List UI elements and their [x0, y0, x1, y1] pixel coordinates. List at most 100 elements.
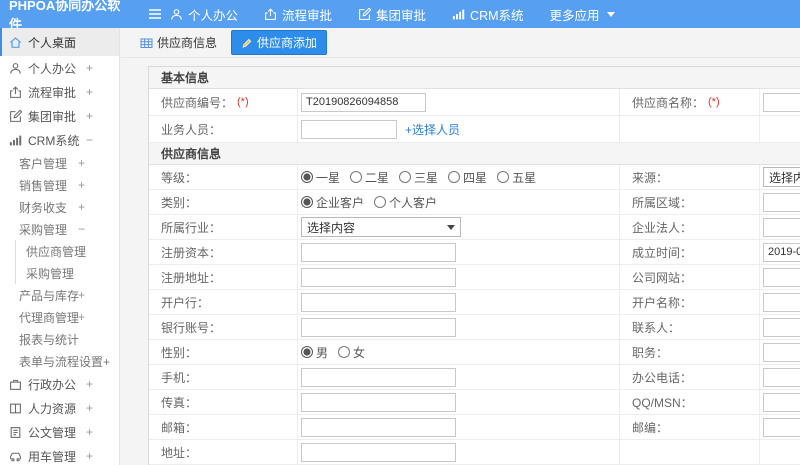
- industry-select[interactable]: 选择内容: [301, 217, 461, 237]
- expand-icon[interactable]: +: [78, 178, 85, 192]
- nav-group-approval[interactable]: 集团审批: [358, 5, 426, 24]
- section-title-supplier-info: 供应商信息: [149, 143, 800, 165]
- form-row: 传真： QQ/MSN：: [149, 390, 800, 415]
- form-row: 注册资本： 成立时间：: [149, 240, 800, 265]
- field-label-level: 等级：: [149, 165, 298, 190]
- qq-msn-input[interactable]: [763, 392, 800, 412]
- radio-level-3[interactable]: [399, 171, 412, 183]
- form-row: 开户行： 开户名称：: [149, 290, 800, 315]
- field-label-position: 职务：: [620, 340, 760, 365]
- form-row: 供应商编号：(*) 供应商名称：(*): [149, 89, 800, 116]
- nav-crm[interactable]: CRM系统: [452, 5, 524, 24]
- office-phone-input[interactable]: [763, 367, 800, 387]
- region-input[interactable]: [763, 192, 800, 212]
- nav-personal-office[interactable]: 个人办公: [170, 5, 238, 24]
- field-label-supplier-name: 供应商名称： (*): [620, 89, 760, 116]
- legal-person-input[interactable]: [763, 217, 800, 237]
- expand-icon[interactable]: +: [86, 377, 93, 391]
- field-label-source: 来源：: [620, 165, 760, 190]
- gender-radio-group: 男 女: [301, 344, 365, 361]
- sidebar-item-reports[interactable]: 报表与统计: [0, 328, 119, 350]
- collapse-icon[interactable]: −: [78, 222, 85, 236]
- bank-account-input[interactable]: [301, 317, 456, 337]
- field-label-bank-account: 银行账号：: [149, 315, 298, 340]
- website-input[interactable]: [763, 267, 800, 287]
- field-label-legal-person: 企业法人：: [620, 215, 760, 240]
- sidebar-item-product-inventory[interactable]: 产品与库存 +: [0, 284, 119, 306]
- address-input[interactable]: [301, 442, 456, 462]
- radio-personal-customer[interactable]: [374, 196, 387, 208]
- expand-icon[interactable]: +: [86, 85, 93, 99]
- radio-level-5[interactable]: [497, 171, 510, 183]
- form-row: 地址：: [149, 440, 800, 465]
- nav-more-apps[interactable]: 更多应用: [550, 5, 615, 24]
- field-label-category: 类别：: [149, 190, 298, 215]
- radio-level-1[interactable]: [301, 171, 313, 183]
- expand-icon[interactable]: +: [86, 425, 93, 439]
- collapse-icon[interactable]: −: [86, 133, 93, 147]
- expand-icon[interactable]: +: [86, 61, 93, 75]
- export-icon: [264, 7, 277, 21]
- form-row: 所属行业： 选择内容 企业法人：: [149, 215, 800, 240]
- sidebar-item-personal-office[interactable]: 个人办公 +: [0, 56, 119, 80]
- sidebar-item-admin-office[interactable]: 行政办公 +: [0, 372, 119, 396]
- position-input[interactable]: [763, 342, 800, 362]
- sidebar-item-finance[interactable]: 财务收支 +: [0, 196, 119, 218]
- radio-level-4[interactable]: [448, 171, 461, 183]
- sidebar-item-crm[interactable]: CRM系统 −: [0, 128, 119, 152]
- expand-icon[interactable]: +: [78, 200, 85, 214]
- supplier-code-input[interactable]: [301, 92, 426, 112]
- expand-icon[interactable]: +: [86, 449, 93, 463]
- expand-icon[interactable]: +: [78, 310, 85, 324]
- select-caret-icon: [447, 224, 455, 230]
- established-date-input[interactable]: [763, 242, 800, 262]
- tab-supplier-info[interactable]: 供应商信息: [134, 31, 223, 54]
- sidebar-item-customer-mgmt[interactable]: 客户管理 +: [0, 152, 119, 174]
- sidebar-item-group-approval[interactable]: 集团审批 +: [0, 104, 119, 128]
- business-person-input[interactable]: [301, 119, 397, 139]
- sidebar-item-workflow-approval[interactable]: 流程审批 +: [0, 80, 119, 104]
- account-name-input[interactable]: [763, 292, 800, 312]
- table-icon: [140, 37, 153, 49]
- sidebar-item-purchase-mgmt-sub[interactable]: 采购管理: [15, 262, 119, 284]
- source-select[interactable]: 选择内容: [763, 167, 800, 187]
- radio-enterprise-customer[interactable]: [301, 196, 313, 208]
- bank-branch-input[interactable]: [301, 292, 456, 312]
- radio-gender-male[interactable]: [301, 346, 313, 358]
- radio-gender-female[interactable]: [338, 346, 351, 358]
- expand-icon[interactable]: +: [78, 156, 85, 170]
- fax-input[interactable]: [301, 392, 456, 412]
- sidebar-item-hr[interactable]: 人力资源 +: [0, 396, 119, 420]
- form-row: 邮箱： 邮编：: [149, 415, 800, 440]
- sidebar-item-agent-mgmt[interactable]: 代理商管理 +: [0, 306, 119, 328]
- sidebar-item-purchase-mgmt[interactable]: 采购管理 −: [0, 218, 119, 240]
- required-mark: (*): [237, 96, 249, 108]
- sidebar-item-personal-desktop[interactable]: 个人桌面: [0, 28, 119, 56]
- mobile-input[interactable]: [301, 367, 456, 387]
- hamburger-icon[interactable]: [140, 8, 170, 20]
- registered-capital-input[interactable]: [301, 242, 456, 262]
- postcode-input[interactable]: [763, 417, 800, 437]
- top-navigation: 个人办公 流程审批 集团审批 CRM系统 更多应用: [170, 5, 641, 24]
- choose-person-link[interactable]: +选择人员: [405, 121, 460, 138]
- radio-level-2[interactable]: [350, 171, 363, 183]
- tab-bar: 供应商信息 供应商添加: [121, 28, 800, 58]
- sidebar-item-document-mgmt[interactable]: 公文管理 +: [0, 420, 119, 444]
- contact-input[interactable]: [763, 317, 800, 337]
- sidebar-item-vehicle-mgmt[interactable]: 用车管理 +: [0, 444, 119, 465]
- field-label-established-date: 成立时间：: [620, 240, 760, 265]
- expand-icon[interactable]: +: [86, 109, 93, 123]
- supplier-name-input[interactable]: [763, 92, 800, 112]
- expand-icon[interactable]: +: [86, 401, 93, 415]
- registered-address-input[interactable]: [301, 267, 456, 287]
- nav-workflow-approval[interactable]: 流程审批: [264, 5, 332, 24]
- supplier-form-panel: 基本信息 供应商编号：(*) 供应商名称：(*) 业务人员：: [148, 66, 800, 465]
- sidebar-item-form-workflow-settings[interactable]: 表单与流程设置+: [0, 350, 119, 372]
- email-input[interactable]: [301, 417, 456, 437]
- expand-icon[interactable]: +: [78, 288, 85, 302]
- topbar: PHPOA协同办公软件 个人办公 流程审批 集团审批 CRM系统 更多应用: [0, 0, 800, 32]
- pencil-icon: [241, 37, 253, 49]
- tab-supplier-add[interactable]: 供应商添加: [231, 30, 328, 55]
- sidebar-item-supplier-mgmt[interactable]: 供应商管理: [15, 240, 119, 262]
- sidebar-item-sales-mgmt[interactable]: 销售管理 +: [0, 174, 119, 196]
